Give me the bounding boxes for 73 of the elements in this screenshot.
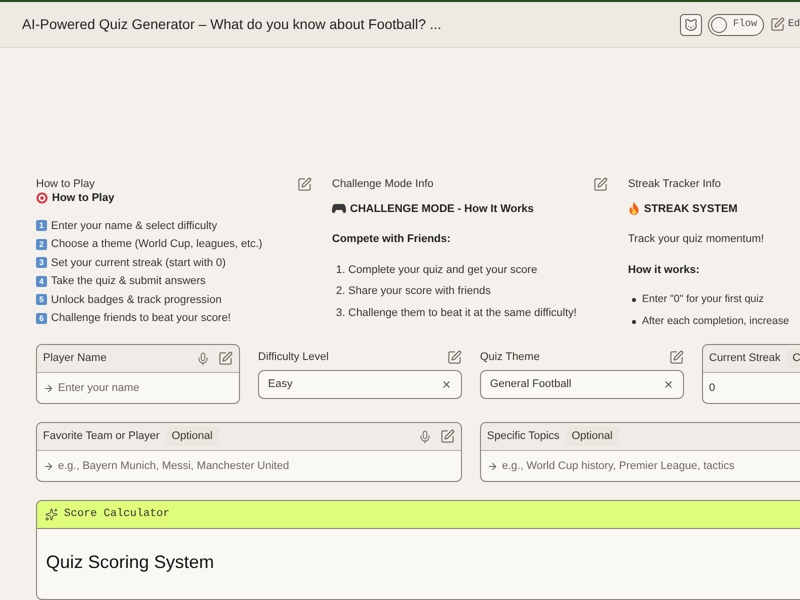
number-badge: 4	[36, 276, 47, 287]
list-item: Enter "0" for your first quiz	[642, 292, 764, 307]
cat-icon-button[interactable]	[680, 14, 702, 36]
field-label: Difficulty Level	[258, 350, 329, 365]
edit-icon[interactable]	[218, 351, 233, 366]
panel-title: Streak Tracker Info	[628, 177, 721, 192]
number-badge: 6	[36, 312, 47, 324]
list-item: 3. Challenge them to beat it at the same difficulty!	[336, 306, 577, 320]
number-badge: 1	[36, 220, 47, 232]
step-text: Choose a theme (World Cup, leagues, etc.)	[51, 237, 262, 252]
edit-icon[interactable]	[447, 350, 462, 364]
input-card[interactable]: Current Streak C 0	[702, 344, 800, 404]
arrow-icon	[43, 382, 54, 394]
field-label: Quiz Theme	[480, 350, 540, 365]
input-field[interactable]: e.g., World Cup history, Premier League, tactics	[502, 458, 800, 474]
microphone-icon[interactable]	[418, 430, 432, 444]
input-card[interactable]: Player Name Enter your name	[36, 344, 240, 404]
flow-toggle[interactable]: Flow	[708, 14, 764, 36]
list-item: 2. Share your score with friends	[336, 284, 491, 299]
fire-icon	[628, 202, 640, 216]
edit-icon[interactable]	[297, 176, 312, 192]
step-text: Unlock badges & track progression	[51, 292, 222, 308]
card-label: Score Calculator	[64, 507, 170, 522]
number-badge: 5	[36, 294, 47, 306]
panel-heading: How to Play	[52, 190, 114, 206]
optional-badge: Optional	[166, 427, 219, 446]
input-field[interactable]: Enter your name	[58, 380, 233, 396]
panel-text: Track your quiz momentum!	[628, 232, 764, 247]
panel-heading: CHALLENGE MODE - How It Works	[350, 202, 534, 216]
arrow-icon	[487, 460, 498, 472]
field-value: 0	[709, 380, 716, 396]
optional-badge: Optional	[566, 427, 619, 446]
edit-icon[interactable]	[593, 176, 608, 192]
field-label: Specific Topics	[487, 429, 560, 444]
card-title: Quiz Scoring System	[46, 552, 214, 572]
bullet-icon	[632, 298, 636, 302]
list-item: 1. Complete your quiz and get your score	[336, 262, 538, 278]
bullet-icon	[632, 320, 636, 324]
input-field[interactable]: e.g., Bayern Munich, Messi, Manchester United	[58, 458, 455, 474]
sparkle-icon	[45, 508, 58, 521]
step-text: Take the quiz & submit answers	[51, 274, 206, 289]
input-card[interactable]: Specific Topics Optional e.g., World Cup history, Premier League, tactics	[480, 422, 800, 482]
edit-icon[interactable]	[770, 17, 785, 32]
panel-title: Challenge Mode Info	[332, 177, 434, 192]
edit-label[interactable]: Ed	[788, 17, 800, 32]
arrow-icon	[43, 460, 54, 472]
panel-subheading: How it works:	[628, 262, 700, 278]
edit-icon[interactable]	[440, 429, 455, 444]
gamepad-icon	[332, 203, 346, 214]
field-label: Current Streak	[709, 351, 781, 366]
panel-heading: STREAK SYSTEM	[644, 202, 738, 216]
number-badge: 2	[36, 238, 47, 250]
page-title: AI-Powered Quiz Generator – What do you know about Football? ...	[22, 15, 442, 34]
list-item: After each completion, increase	[642, 314, 790, 329]
select-field[interactable]: General Football	[480, 370, 684, 399]
clear-icon[interactable]	[441, 379, 452, 390]
field-label: Favorite Team or Player	[43, 429, 160, 444]
field-label: Player Name	[43, 351, 107, 366]
toggle-knob	[710, 16, 727, 32]
select-field[interactable]: Easy	[258, 370, 462, 399]
edit-icon[interactable]	[669, 350, 684, 364]
number-badge: 3	[36, 257, 47, 268]
step-text: Enter your name & select difficulty	[51, 218, 218, 234]
optional-badge: C	[786, 349, 800, 368]
target-icon	[36, 192, 48, 204]
panel-title: How to Play	[36, 177, 95, 192]
step-text: Set your current streak (start with 0)	[51, 256, 226, 270]
step-text: Challenge friends to beat your score!	[51, 311, 231, 326]
input-card[interactable]: Favorite Team or Player Optional e.g., Bayern Munich, Messi, Manchester United	[36, 422, 462, 482]
clear-icon[interactable]	[663, 379, 674, 390]
cat-icon	[684, 18, 698, 32]
microphone-icon[interactable]	[196, 352, 210, 366]
panel-subheading: Compete with Friends:	[332, 232, 451, 247]
